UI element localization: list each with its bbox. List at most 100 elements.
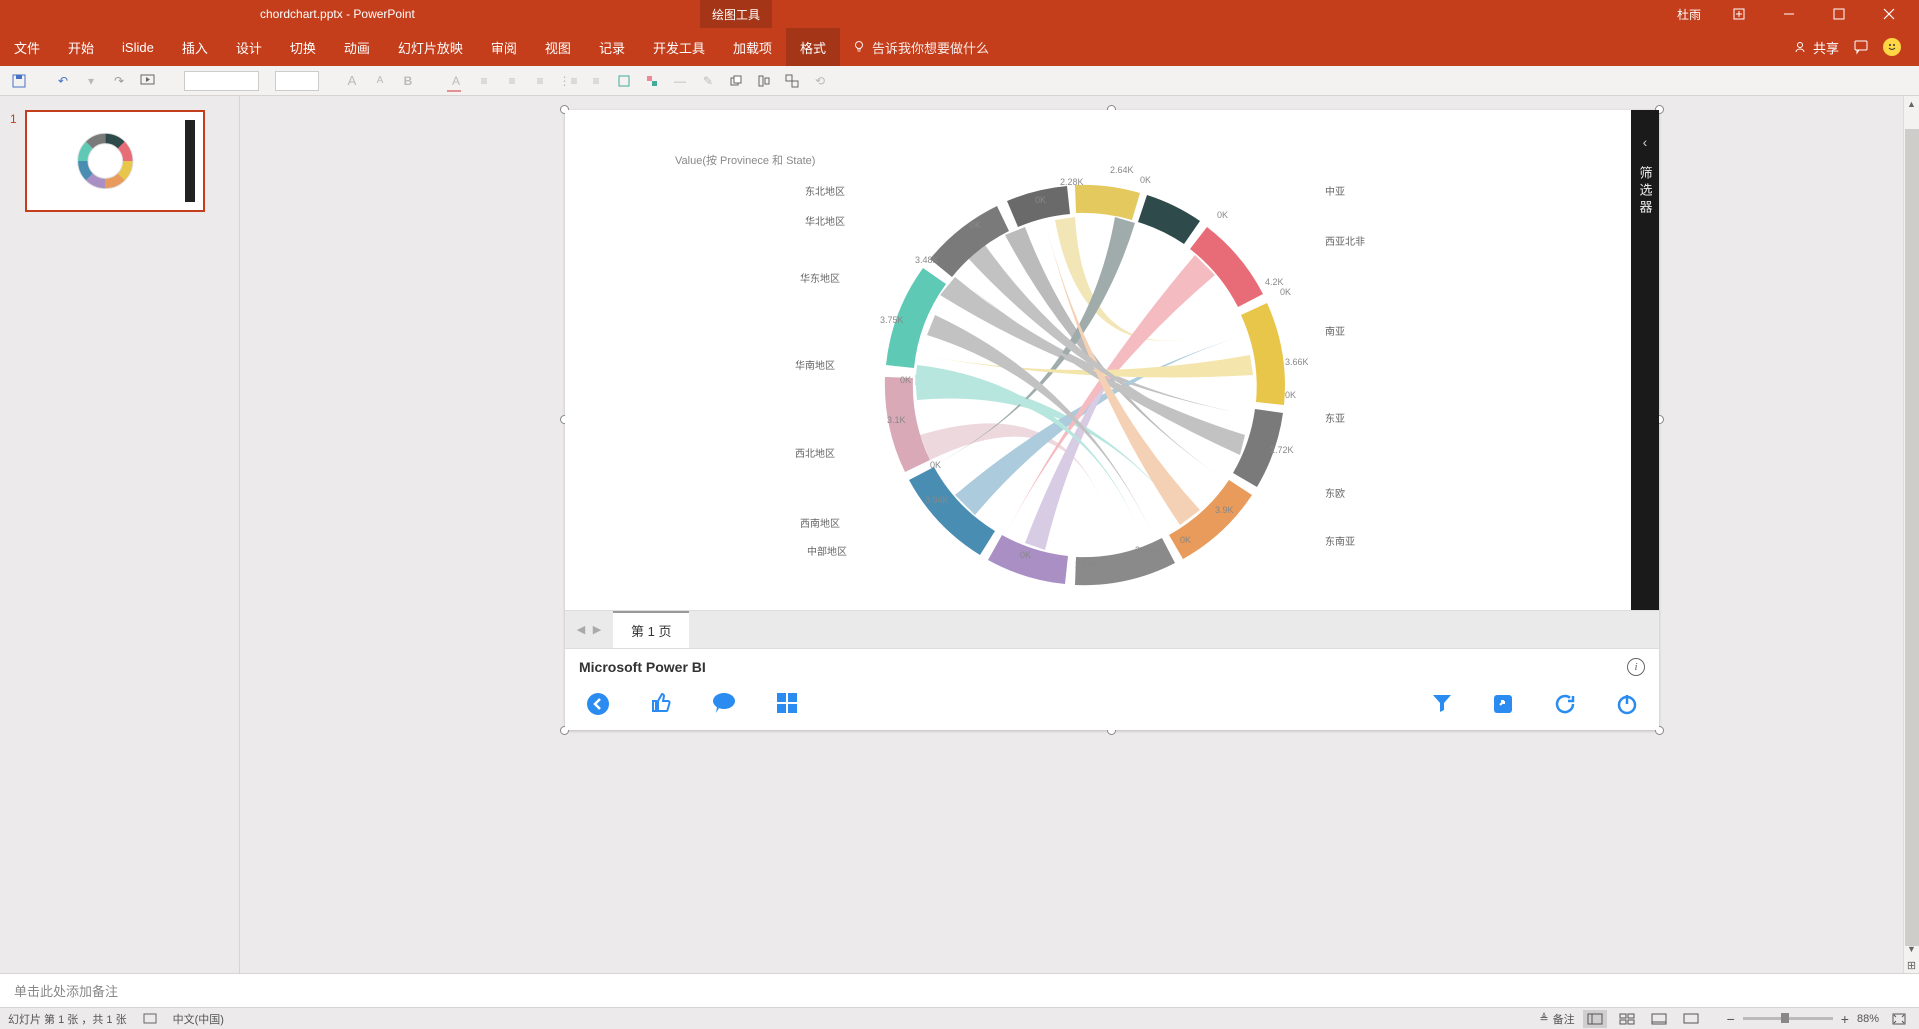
fit-slide-button[interactable]: ⊞ — [1904, 957, 1919, 973]
start-slideshow-button[interactable] — [136, 70, 158, 92]
font-size-select[interactable] — [275, 71, 319, 91]
tell-me-search[interactable]: 告诉我你想要做什么 — [840, 28, 1001, 66]
notes-toggle[interactable]: ≜ 备注 — [1539, 1011, 1574, 1027]
zoom-level-label[interactable]: 88% — [1857, 1013, 1879, 1025]
filter-panel-label: 筛选器 — [1636, 166, 1655, 217]
like-button[interactable] — [649, 691, 673, 723]
vertical-scrollbar[interactable]: ▲ ▼ ⊞ — [1903, 96, 1919, 973]
minimize-button[interactable] — [1769, 0, 1809, 28]
undo-button[interactable]: ↶ — [52, 70, 74, 92]
slide-number-label: 1 — [10, 110, 17, 212]
share-button[interactable]: 共享 — [1793, 38, 1839, 57]
username-label: 杜雨 — [1677, 6, 1701, 23]
zoom-slider-thumb[interactable] — [1781, 1013, 1789, 1023]
filter-button[interactable] — [1431, 692, 1453, 722]
normal-view-button[interactable] — [1583, 1010, 1607, 1028]
language-label[interactable]: 中文(中国) — [173, 1011, 224, 1027]
tab-design[interactable]: 设计 — [222, 28, 276, 66]
tell-me-label: 告诉我你想要做什么 — [872, 38, 989, 57]
tab-review[interactable]: 审阅 — [477, 28, 531, 66]
back-button[interactable] — [585, 691, 611, 723]
shape-fill-button[interactable] — [613, 70, 635, 92]
maximize-button[interactable] — [1819, 0, 1859, 28]
refresh-button[interactable] — [1553, 692, 1577, 722]
rotate-button[interactable]: ⟲ — [809, 70, 831, 92]
chord-label: 西北地区 — [795, 445, 835, 460]
powerbi-report-area[interactable]: Value(按 Provinece 和 State) — [565, 110, 1659, 610]
power-button[interactable] — [1615, 692, 1639, 722]
tab-file[interactable]: 文件 — [0, 28, 54, 66]
contextual-tab-label: 绘图工具 — [700, 0, 772, 28]
scroll-thumb[interactable] — [1905, 129, 1919, 946]
tab-view[interactable]: 视图 — [531, 28, 585, 66]
scroll-down-button[interactable]: ▼ — [1904, 941, 1919, 957]
bullets-button[interactable]: ⋮≡ — [557, 70, 579, 92]
comment-icon[interactable] — [1853, 39, 1869, 55]
align-center-button[interactable]: ≡ — [501, 70, 523, 92]
eyedropper-button[interactable]: ✎ — [697, 70, 719, 92]
reading-view-button[interactable] — [1647, 1010, 1671, 1028]
feedback-smiley-icon[interactable] — [1883, 38, 1901, 56]
slide-canvas[interactable]: Value(按 Provinece 和 State) — [565, 110, 1659, 730]
align-objects-button[interactable] — [753, 70, 775, 92]
increase-font-button[interactable]: A — [341, 70, 363, 92]
chord-label: 华南地区 — [795, 357, 835, 372]
share-button[interactable] — [1491, 692, 1515, 722]
font-family-select[interactable] — [184, 71, 259, 91]
page-next-button[interactable]: ▶ — [589, 622, 605, 638]
slide-count-label: 幻灯片 第 1 张 ，共 1 张 — [8, 1011, 127, 1027]
close-button[interactable] — [1869, 0, 1909, 28]
shape-outline-button[interactable] — [641, 70, 663, 92]
tab-home[interactable]: 开始 — [54, 28, 108, 66]
tab-developer[interactable]: 开发工具 — [639, 28, 719, 66]
sorter-view-button[interactable] — [1615, 1010, 1639, 1028]
chord-value: 4.2K — [1265, 277, 1284, 287]
slide-thumbnail[interactable] — [25, 110, 205, 212]
numbering-button[interactable]: ≡ — [585, 70, 607, 92]
chord-label: 南亚 — [1325, 323, 1345, 338]
tab-format[interactable]: 格式 — [786, 28, 840, 66]
title-bar: chordchart.pptx - PowerPoint 绘图工具 杜雨 — [0, 0, 1919, 28]
fit-to-window-button[interactable] — [1887, 1010, 1911, 1028]
tab-animation[interactable]: 动画 — [330, 28, 384, 66]
bold-button[interactable]: B — [397, 70, 419, 92]
chord-value: 3.1K — [887, 415, 906, 425]
apps-button[interactable] — [775, 691, 799, 723]
powerbi-embed: Value(按 Provinece 和 State) — [565, 110, 1659, 730]
tab-record[interactable]: 记录 — [585, 28, 639, 66]
ribbon-tabs: 文件 开始 iSlide 插入 设计 切换 动画 幻灯片放映 审阅 视图 记录 … — [0, 28, 1919, 66]
tab-islide[interactable]: iSlide — [108, 28, 168, 66]
save-button[interactable] — [8, 70, 30, 92]
line-style-button[interactable]: ― — [669, 70, 691, 92]
filter-collapse-button[interactable]: ‹ — [1643, 134, 1648, 150]
zoom-out-button[interactable]: − — [1727, 1011, 1735, 1027]
align-left-button[interactable]: ≡ — [473, 70, 495, 92]
notes-pane[interactable]: 单击此处添加备注 — [0, 973, 1919, 1007]
redo-button[interactable]: ↷ — [108, 70, 130, 92]
tab-transition[interactable]: 切换 — [276, 28, 330, 66]
title-text: chordchart.pptx - PowerPoint — [0, 7, 1677, 21]
tab-addins[interactable]: 加载项 — [719, 28, 786, 66]
comment-button[interactable] — [711, 691, 737, 723]
font-color-button[interactable]: A — [445, 70, 467, 92]
chord-tick: 0K — [1180, 535, 1191, 545]
align-right-button[interactable]: ≡ — [529, 70, 551, 92]
info-icon[interactable]: i — [1627, 658, 1645, 676]
slideshow-view-button[interactable] — [1679, 1010, 1703, 1028]
tab-insert[interactable]: 插入 — [168, 28, 222, 66]
ribbon-options-button[interactable] — [1719, 0, 1759, 28]
chord-label: 东北地区 — [805, 183, 845, 198]
page-tab[interactable]: 第 1 页 — [613, 611, 689, 648]
tab-slideshow[interactable]: 幻灯片放映 — [384, 28, 477, 66]
chord-diagram[interactable]: 东北地区 华北地区 华东地区 华南地区 西北地区 西南地区 中部地区 中亚 西亚… — [865, 165, 1305, 605]
spellcheck-icon[interactable] — [143, 1013, 157, 1025]
arrange-button[interactable] — [725, 70, 747, 92]
group-button[interactable] — [781, 70, 803, 92]
page-prev-button[interactable]: ◀ — [573, 622, 589, 638]
scroll-up-button[interactable]: ▲ — [1904, 96, 1919, 112]
zoom-slider[interactable] — [1743, 1017, 1833, 1020]
zoom-in-button[interactable]: + — [1841, 1011, 1849, 1027]
undo-dropdown[interactable]: ▾ — [80, 70, 102, 92]
chord-tick: 0K — [1280, 287, 1291, 297]
decrease-font-button[interactable]: A — [369, 70, 391, 92]
